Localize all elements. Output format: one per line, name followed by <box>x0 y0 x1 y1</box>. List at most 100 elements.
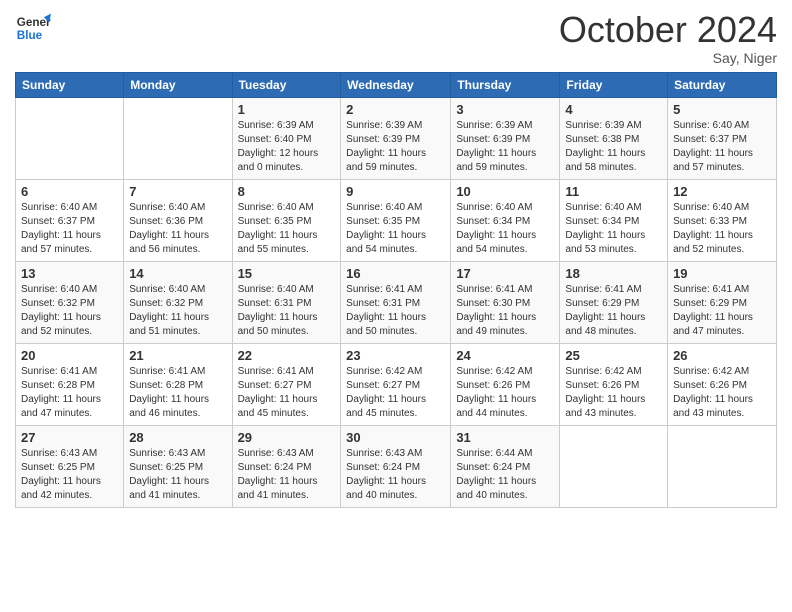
day-info: Sunrise: 6:41 AM Sunset: 6:31 PM Dayligh… <box>346 283 445 339</box>
page-header: General Blue October 2024 Say, Niger <box>15 10 777 66</box>
calendar-week-3: 13 Sunrise: 6:40 AM Sunset: 6:32 PM Dayli… <box>16 261 777 343</box>
month-title: October 2024 <box>559 10 777 50</box>
calendar-day: 22Sunrise: 6:41 AM Sunset: 6:27 PM Dayli… <box>232 343 341 425</box>
day-info: Sunrise: 6:43 AM Sunset: 6:24 PM Dayligh… <box>346 447 445 503</box>
calendar-day: 1 Sunrise: 6:39 AM Sunset: 6:40 PM Daylig… <box>232 97 341 179</box>
day-number: 23 <box>346 348 445 363</box>
day-info: Sunrise: 6:40 AM Sunset: 6:36 PM Dayligh… <box>129 201 226 257</box>
day-number: 5 <box>673 102 771 117</box>
day-number: 26 <box>673 348 771 363</box>
day-header-sunday: Sunday <box>16 72 124 97</box>
day-info: Sunrise: 6:41 AM Sunset: 6:29 PM Dayligh… <box>565 283 662 339</box>
day-number: 19 <box>673 266 771 281</box>
day-info: Sunrise: 6:41 AM Sunset: 6:29 PM Dayligh… <box>673 283 771 339</box>
calendar-day: 29Sunrise: 6:43 AM Sunset: 6:24 PM Dayli… <box>232 425 341 507</box>
day-info: Sunrise: 6:40 AM Sunset: 6:37 PM Dayligh… <box>673 119 771 175</box>
day-header-tuesday: Tuesday <box>232 72 341 97</box>
day-info: Sunrise: 6:39 AM Sunset: 6:40 PM Dayligh… <box>238 119 336 175</box>
day-number: 15 <box>238 266 336 281</box>
day-header-thursday: Thursday <box>451 72 560 97</box>
calendar-day: 28Sunrise: 6:43 AM Sunset: 6:25 PM Dayli… <box>124 425 232 507</box>
calendar-day: 9Sunrise: 6:40 AM Sunset: 6:35 PM Daylig… <box>341 179 451 261</box>
calendar-day <box>560 425 668 507</box>
day-number: 10 <box>456 184 554 199</box>
location-subtitle: Say, Niger <box>559 50 777 66</box>
day-number: 14 <box>129 266 226 281</box>
day-info: Sunrise: 6:42 AM Sunset: 6:26 PM Dayligh… <box>673 365 771 421</box>
calendar-week-4: 20 Sunrise: 6:41 AM Sunset: 6:28 PM Dayli… <box>16 343 777 425</box>
day-info: Sunrise: 6:43 AM Sunset: 6:25 PM Dayligh… <box>21 447 118 503</box>
calendar-day: 7 Sunrise: 6:40 AM Sunset: 6:36 PM Daylig… <box>124 179 232 261</box>
calendar-week-1: 1 Sunrise: 6:39 AM Sunset: 6:40 PM Daylig… <box>16 97 777 179</box>
calendar-day: 17Sunrise: 6:41 AM Sunset: 6:30 PM Dayli… <box>451 261 560 343</box>
day-number: 12 <box>673 184 771 199</box>
day-number: 20 <box>21 348 118 363</box>
calendar-day: 13Sunrise: 6:40 AM Sunset: 6:32 PM Dayli… <box>16 261 124 343</box>
day-info: Sunrise: 6:39 AM Sunset: 6:39 PM Dayligh… <box>456 119 554 175</box>
logo-icon: General Blue <box>15 10 51 46</box>
calendar-day: 8 Sunrise: 6:40 AM Sunset: 6:35 PM Daylig… <box>232 179 341 261</box>
day-info: Sunrise: 6:41 AM Sunset: 6:30 PM Dayligh… <box>456 283 554 339</box>
calendar-day: 21 Sunrise: 6:41 AM Sunset: 6:28 PM Dayli… <box>124 343 232 425</box>
day-number: 27 <box>21 430 118 445</box>
day-info: Sunrise: 6:40 AM Sunset: 6:37 PM Dayligh… <box>21 201 118 257</box>
calendar-week-5: 27 Sunrise: 6:43 AM Sunset: 6:25 PM Dayli… <box>16 425 777 507</box>
calendar-day: 4Sunrise: 6:39 AM Sunset: 6:38 PM Daylig… <box>560 97 668 179</box>
calendar-day: 5 Sunrise: 6:40 AM Sunset: 6:37 PM Daylig… <box>668 97 777 179</box>
day-number: 18 <box>565 266 662 281</box>
day-number: 2 <box>346 102 445 117</box>
day-number: 4 <box>565 102 662 117</box>
day-number: 16 <box>346 266 445 281</box>
day-number: 8 <box>238 184 336 199</box>
calendar-day: 18 Sunrise: 6:41 AM Sunset: 6:29 PM Dayli… <box>560 261 668 343</box>
day-info: Sunrise: 6:39 AM Sunset: 6:39 PM Dayligh… <box>346 119 445 175</box>
calendar-day: 19 Sunrise: 6:41 AM Sunset: 6:29 PM Dayli… <box>668 261 777 343</box>
day-info: Sunrise: 6:42 AM Sunset: 6:26 PM Dayligh… <box>456 365 554 421</box>
calendar-header-row: SundayMondayTuesdayWednesdayThursdayFrid… <box>16 72 777 97</box>
calendar-table: SundayMondayTuesdayWednesdayThursdayFrid… <box>15 72 777 508</box>
calendar-day: 20Sunrise: 6:41 AM Sunset: 6:28 PM Dayli… <box>16 343 124 425</box>
calendar-day: 6 Sunrise: 6:40 AM Sunset: 6:37 PM Daylig… <box>16 179 124 261</box>
calendar-week-2: 6 Sunrise: 6:40 AM Sunset: 6:37 PM Daylig… <box>16 179 777 261</box>
calendar-day: 25Sunrise: 6:42 AM Sunset: 6:26 PM Dayli… <box>560 343 668 425</box>
calendar-day: 3 Sunrise: 6:39 AM Sunset: 6:39 PM Daylig… <box>451 97 560 179</box>
day-number: 21 <box>129 348 226 363</box>
day-number: 22 <box>238 348 336 363</box>
calendar-day <box>668 425 777 507</box>
day-header-saturday: Saturday <box>668 72 777 97</box>
calendar-day <box>16 97 124 179</box>
day-info: Sunrise: 6:41 AM Sunset: 6:28 PM Dayligh… <box>129 365 226 421</box>
logo: General Blue <box>15 10 51 46</box>
day-header-friday: Friday <box>560 72 668 97</box>
day-info: Sunrise: 6:42 AM Sunset: 6:27 PM Dayligh… <box>346 365 445 421</box>
calendar-day: 27 Sunrise: 6:43 AM Sunset: 6:25 PM Dayli… <box>16 425 124 507</box>
calendar-day: 11 Sunrise: 6:40 AM Sunset: 6:34 PM Dayli… <box>560 179 668 261</box>
day-header-wednesday: Wednesday <box>341 72 451 97</box>
day-info: Sunrise: 6:44 AM Sunset: 6:24 PM Dayligh… <box>456 447 554 503</box>
calendar-day: 10 Sunrise: 6:40 AM Sunset: 6:34 PM Dayli… <box>451 179 560 261</box>
svg-text:Blue: Blue <box>17 29 43 42</box>
day-number: 13 <box>21 266 118 281</box>
calendar-day: 24Sunrise: 6:42 AM Sunset: 6:26 PM Dayli… <box>451 343 560 425</box>
day-info: Sunrise: 6:43 AM Sunset: 6:24 PM Dayligh… <box>238 447 336 503</box>
day-info: Sunrise: 6:40 AM Sunset: 6:35 PM Dayligh… <box>238 201 336 257</box>
day-number: 1 <box>238 102 336 117</box>
day-number: 3 <box>456 102 554 117</box>
calendar-day: 23 Sunrise: 6:42 AM Sunset: 6:27 PM Dayli… <box>341 343 451 425</box>
day-number: 7 <box>129 184 226 199</box>
day-info: Sunrise: 6:42 AM Sunset: 6:26 PM Dayligh… <box>565 365 662 421</box>
day-info: Sunrise: 6:43 AM Sunset: 6:25 PM Dayligh… <box>129 447 226 503</box>
day-info: Sunrise: 6:40 AM Sunset: 6:32 PM Dayligh… <box>129 283 226 339</box>
day-number: 31 <box>456 430 554 445</box>
calendar-day: 30Sunrise: 6:43 AM Sunset: 6:24 PM Dayli… <box>341 425 451 507</box>
calendar-day: 26 Sunrise: 6:42 AM Sunset: 6:26 PM Dayli… <box>668 343 777 425</box>
title-block: October 2024 Say, Niger <box>559 10 777 66</box>
day-info: Sunrise: 6:40 AM Sunset: 6:31 PM Dayligh… <box>238 283 336 339</box>
day-info: Sunrise: 6:40 AM Sunset: 6:34 PM Dayligh… <box>565 201 662 257</box>
day-info: Sunrise: 6:40 AM Sunset: 6:34 PM Dayligh… <box>456 201 554 257</box>
day-info: Sunrise: 6:40 AM Sunset: 6:35 PM Dayligh… <box>346 201 445 257</box>
day-number: 6 <box>21 184 118 199</box>
calendar-day: 31 Sunrise: 6:44 AM Sunset: 6:24 PM Dayli… <box>451 425 560 507</box>
day-number: 11 <box>565 184 662 199</box>
calendar-day: 2 Sunrise: 6:39 AM Sunset: 6:39 PM Daylig… <box>341 97 451 179</box>
